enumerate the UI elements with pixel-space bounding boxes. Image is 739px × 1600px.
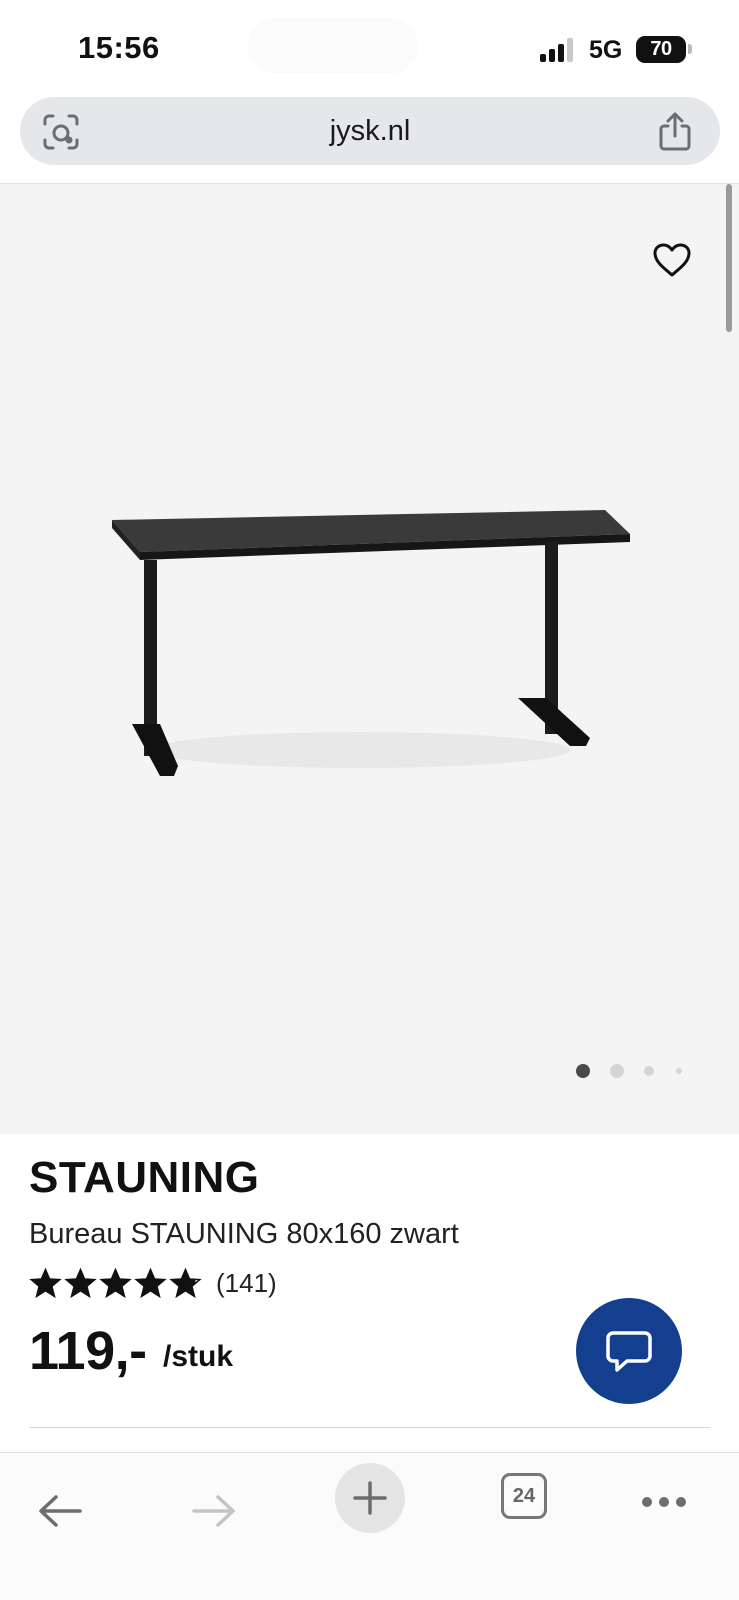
divider (29, 1427, 710, 1428)
share-icon[interactable] (656, 111, 694, 151)
scroll-indicator (726, 184, 732, 332)
heart-icon[interactable] (652, 242, 692, 278)
gallery-dot[interactable] (644, 1066, 654, 1076)
gallery-pagination[interactable] (576, 1060, 686, 1080)
gallery-dot-active[interactable] (576, 1064, 590, 1078)
battery-level: 70 (650, 38, 672, 60)
plus-icon (353, 1481, 387, 1515)
network-type: 5G (589, 36, 623, 64)
product-price: 119,- (29, 1321, 147, 1381)
star-icon (169, 1267, 202, 1298)
battery-icon: 70 (636, 36, 686, 63)
browser-toolbar: 24 (0, 1452, 739, 1600)
chat-button[interactable] (576, 1298, 682, 1404)
gallery-dot[interactable] (676, 1068, 682, 1074)
tab-count: 24 (512, 1484, 536, 1507)
chat-bubble-icon (606, 1331, 652, 1372)
tab-switcher-button[interactable]: 24 (501, 1473, 547, 1519)
arrow-right-icon[interactable] (190, 1491, 238, 1531)
new-tab-button[interactable] (335, 1463, 405, 1533)
dynamic-island (248, 18, 418, 74)
product-brand: STAUNING (29, 1153, 260, 1202)
gallery-dot[interactable] (610, 1064, 624, 1078)
arrow-left-icon[interactable] (36, 1491, 84, 1531)
address-bar[interactable]: jysk.nl (20, 97, 720, 165)
status-time: 15:56 (78, 30, 160, 65)
camera-scan-icon[interactable] (42, 113, 80, 151)
star-icon (134, 1267, 167, 1298)
product-rating[interactable]: (141) (29, 1266, 277, 1300)
price-unit: /stuk (163, 1340, 234, 1373)
review-count[interactable]: (141) (216, 1268, 277, 1299)
rating-stars (29, 1267, 202, 1299)
ellipsis-icon[interactable] (641, 1495, 687, 1509)
status-bar: 15:56 5G 70 (0, 0, 739, 96)
battery-tip (688, 44, 692, 54)
desk-product-image (112, 510, 630, 776)
star-icon (29, 1267, 62, 1298)
url-text[interactable]: jysk.nl (330, 115, 411, 148)
star-icon (99, 1267, 132, 1298)
signal-strength-icon (540, 38, 576, 62)
star-icon (64, 1267, 97, 1298)
product-title: Bureau STAUNING 80x160 zwart (29, 1218, 459, 1250)
